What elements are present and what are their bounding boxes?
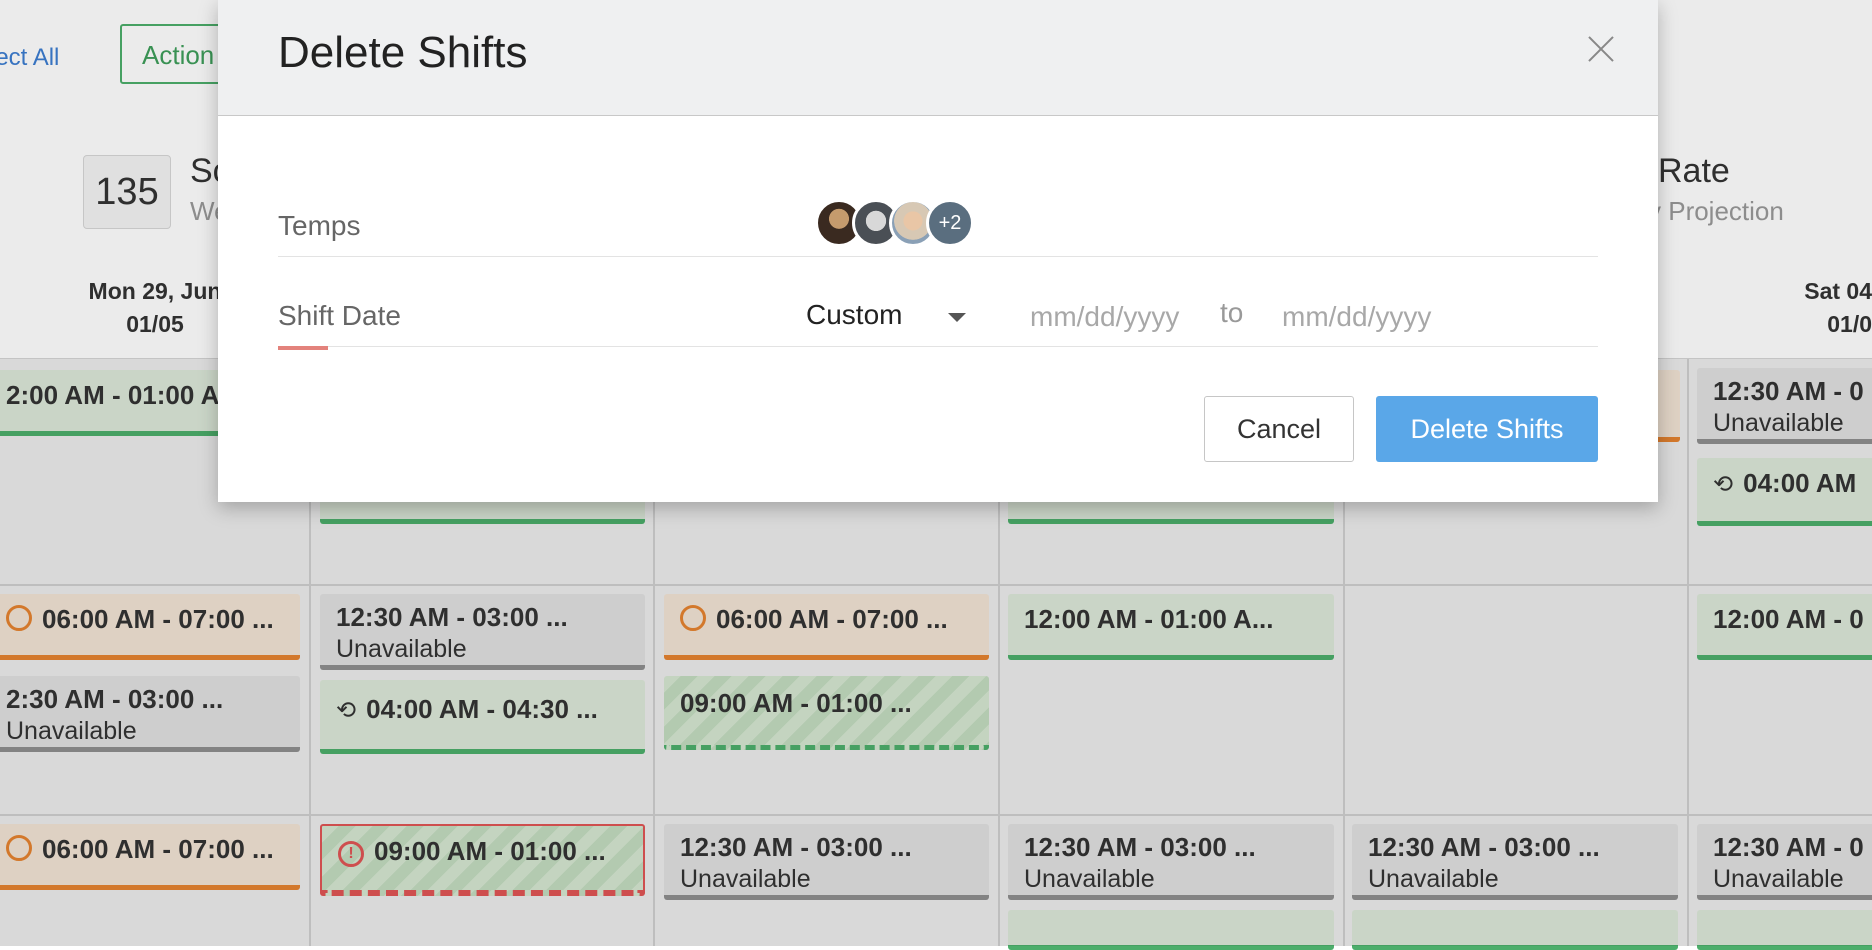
- shift-date-label: Shift Date: [278, 300, 401, 331]
- delete-shifts-button[interactable]: Delete Shifts: [1376, 396, 1598, 462]
- end-date-input[interactable]: [1280, 296, 1444, 338]
- cancel-button[interactable]: Cancel: [1204, 396, 1354, 462]
- close-icon[interactable]: [1582, 30, 1620, 68]
- row-divider: [278, 256, 1598, 257]
- row-divider: [278, 346, 1598, 347]
- more-avatars-badge[interactable]: +2: [926, 199, 974, 247]
- date-range-select[interactable]: Custom: [806, 299, 902, 331]
- delete-shifts-modal: Delete Shifts Temps +2 Shift Date Custom…: [218, 0, 1658, 502]
- temps-label: Temps: [278, 210, 361, 241]
- chevron-down-icon[interactable]: [948, 313, 966, 322]
- required-field-indicator: [278, 346, 328, 350]
- start-date-input[interactable]: [1028, 296, 1192, 338]
- modal-title: Delete Shifts: [278, 28, 528, 77]
- to-label: to: [1220, 297, 1244, 328]
